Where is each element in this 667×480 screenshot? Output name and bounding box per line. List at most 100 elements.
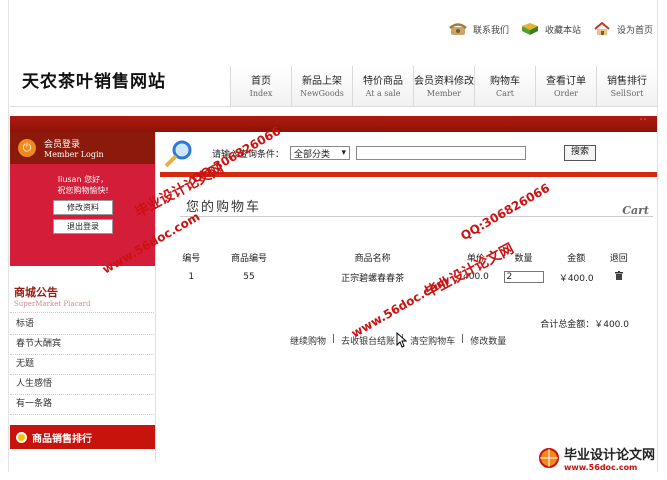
action-separator: | bbox=[332, 334, 336, 344]
house-icon bbox=[593, 22, 611, 36]
nav-label: 销售排行 bbox=[607, 76, 647, 87]
login-header: ⏻ 会员登录 Member Login bbox=[10, 132, 156, 164]
sidebar-divider bbox=[155, 132, 156, 462]
cell-no: 1 bbox=[188, 272, 195, 282]
notice-item[interactable]: 春节大酬宾 bbox=[10, 335, 156, 355]
col-header: 编号 bbox=[182, 253, 201, 264]
sidebar: ⏻ 会员登录 Member Login liusan 您好， 祝您购物愉快! 修… bbox=[10, 132, 156, 449]
nav-newgoods[interactable]: 新品上架 NewGoods bbox=[291, 66, 352, 106]
cart-title: 您的购物车 bbox=[186, 200, 262, 215]
cell-product-id: 55 bbox=[243, 272, 255, 282]
cart-total: 合计总金额：￥400.0 bbox=[540, 320, 629, 330]
category-value: 全部分类 bbox=[294, 149, 331, 160]
search-divider bbox=[160, 172, 657, 177]
cell-price: 400.0 bbox=[463, 272, 489, 282]
greeting-line1: liusan 您好， bbox=[57, 175, 109, 184]
notice-subtitle: SuperMarket Placard bbox=[14, 300, 91, 308]
nav-order[interactable]: 查看订单 Order bbox=[535, 66, 596, 106]
nav-sale[interactable]: 特价商品 At a sale bbox=[352, 66, 413, 106]
nav-sublabel: Order bbox=[553, 89, 579, 98]
ranking-header[interactable]: 商品销售排行 bbox=[10, 425, 156, 449]
nav-sublabel: SellSort bbox=[610, 89, 644, 98]
nav-sublabel: At a sale bbox=[365, 89, 401, 98]
nav-sellsort[interactable]: 销售排行 SellSort bbox=[596, 66, 657, 106]
main-nav: 首页 Index 新品上架 NewGoods 特价商品 At a sale 会员资料修… bbox=[230, 66, 657, 106]
mouse-cursor-icon bbox=[396, 331, 408, 351]
search-button[interactable]: 搜索 bbox=[564, 145, 597, 161]
notice-item[interactable]: 无题 bbox=[10, 355, 156, 375]
phone-icon bbox=[449, 22, 467, 36]
clear-cart-link[interactable]: 清空购物车 bbox=[410, 334, 455, 347]
search-bar: 请输入查询条件： 全部分类 ▾ 搜索 bbox=[160, 138, 657, 168]
homepage-link[interactable]: 设为首页 bbox=[593, 22, 653, 36]
nav-label: 首页 bbox=[251, 76, 271, 87]
nav-member[interactable]: 会员资料修改 Member bbox=[413, 66, 474, 106]
table-row: 1 55 正宗碧螺春春茶 400.0 2 ￥400.0 bbox=[175, 266, 635, 288]
globe-icon bbox=[538, 448, 559, 468]
footer-url: www.56doc.com bbox=[563, 463, 638, 472]
col-header: 金额 bbox=[567, 253, 586, 264]
nav-sublabel: Member bbox=[426, 89, 462, 98]
search-input[interactable] bbox=[356, 146, 527, 160]
cart-table: 编号 商品编号 商品名称 单价 数量 金额 退回 1 55 正宗碧螺春春茶 40… bbox=[175, 248, 635, 288]
col-header: 单价 bbox=[466, 253, 485, 264]
cell-amount: ￥400.0 bbox=[558, 273, 594, 284]
edit-profile-button[interactable]: 修改资料 bbox=[53, 200, 113, 215]
cell-name: 正宗碧螺春春茶 bbox=[341, 273, 405, 284]
chevron-down-icon: ▾ bbox=[341, 148, 347, 158]
notice-title: 商城公告 bbox=[14, 286, 58, 299]
checkout-link[interactable]: 去收银台结账 bbox=[341, 334, 395, 347]
quantity-input[interactable]: 2 bbox=[503, 271, 544, 283]
login-title: 会员登录 bbox=[44, 140, 81, 150]
top-links: 联系我们 收藏本站 设为首页 bbox=[449, 22, 653, 36]
trash-icon[interactable] bbox=[614, 271, 623, 280]
notice-item[interactable]: 标语 bbox=[10, 315, 156, 335]
category-select[interactable]: 全部分类 ▾ bbox=[290, 146, 351, 160]
cart-title-rule bbox=[180, 216, 653, 217]
power-icon: ⏻ bbox=[18, 139, 36, 157]
red-banner: ˙˙ bbox=[10, 116, 657, 132]
notice-item[interactable]: 有一条路 bbox=[10, 395, 156, 415]
nav-index[interactable]: 首页 Index bbox=[230, 66, 291, 106]
contact-link[interactable]: 联系我们 bbox=[449, 22, 509, 36]
update-quantity-link[interactable]: 修改数量 bbox=[470, 334, 506, 347]
col-header: 商品编号 bbox=[230, 253, 267, 264]
site-title: 天农茶叶销售网站 bbox=[22, 72, 166, 92]
favorite-link[interactable]: 收藏本站 bbox=[521, 22, 581, 36]
cell-return bbox=[603, 266, 635, 288]
login-subtitle: Member Login bbox=[44, 150, 104, 159]
notice-item[interactable]: 人生感悟 bbox=[10, 375, 156, 395]
homepage-label: 设为首页 bbox=[616, 25, 653, 36]
action-separator: | bbox=[461, 334, 465, 344]
footer-watermark-logo: 毕业设计论文网 www.56doc.com bbox=[538, 444, 655, 472]
col-header: 商品名称 bbox=[354, 253, 391, 264]
greeting-line2: 祝您购物愉快! bbox=[57, 186, 109, 195]
logout-button[interactable]: 退出登录 bbox=[53, 219, 113, 234]
contact-label: 联系我们 bbox=[472, 25, 509, 36]
folder-icon bbox=[521, 22, 539, 36]
table-header-row: 编号 商品编号 商品名称 单价 数量 金额 退回 bbox=[175, 248, 635, 266]
nav-sublabel: NewGoods bbox=[300, 89, 344, 98]
nav-label: 新品上架 bbox=[302, 76, 342, 87]
banner-mark: ˙˙ bbox=[639, 118, 647, 127]
cell-qty: 2 bbox=[497, 266, 550, 288]
nav-label: 特价商品 bbox=[363, 76, 403, 87]
ranking-icon bbox=[16, 431, 27, 443]
footer-title: 毕业设计论文网 bbox=[563, 448, 655, 463]
nav-sublabel: Cart bbox=[496, 89, 514, 98]
col-header: 退回 bbox=[609, 253, 628, 264]
nav-divider bbox=[10, 106, 657, 107]
favorite-label: 收藏本站 bbox=[544, 25, 581, 36]
notice-list: 标语 春节大酬宾 无题 人生感悟 有一条路 bbox=[10, 315, 156, 415]
search-label: 请输入查询条件： bbox=[212, 149, 285, 160]
login-panel: liusan 您好， 祝您购物愉快! 修改资料 退出登录 bbox=[10, 164, 156, 266]
notice-header: 商城公告 SuperMarket Placard bbox=[10, 284, 156, 313]
nav-sublabel: Index bbox=[249, 89, 273, 98]
ranking-title: 商品销售排行 bbox=[32, 433, 92, 445]
nav-label: 购物车 bbox=[490, 76, 520, 87]
continue-shopping-link[interactable]: 继续购物 bbox=[290, 334, 326, 347]
nav-cart[interactable]: 购物车 Cart bbox=[474, 66, 535, 106]
nav-label: 会员资料修改 bbox=[414, 76, 474, 87]
nav-label: 查看订单 bbox=[546, 76, 586, 87]
magnifier-icon bbox=[160, 138, 212, 168]
